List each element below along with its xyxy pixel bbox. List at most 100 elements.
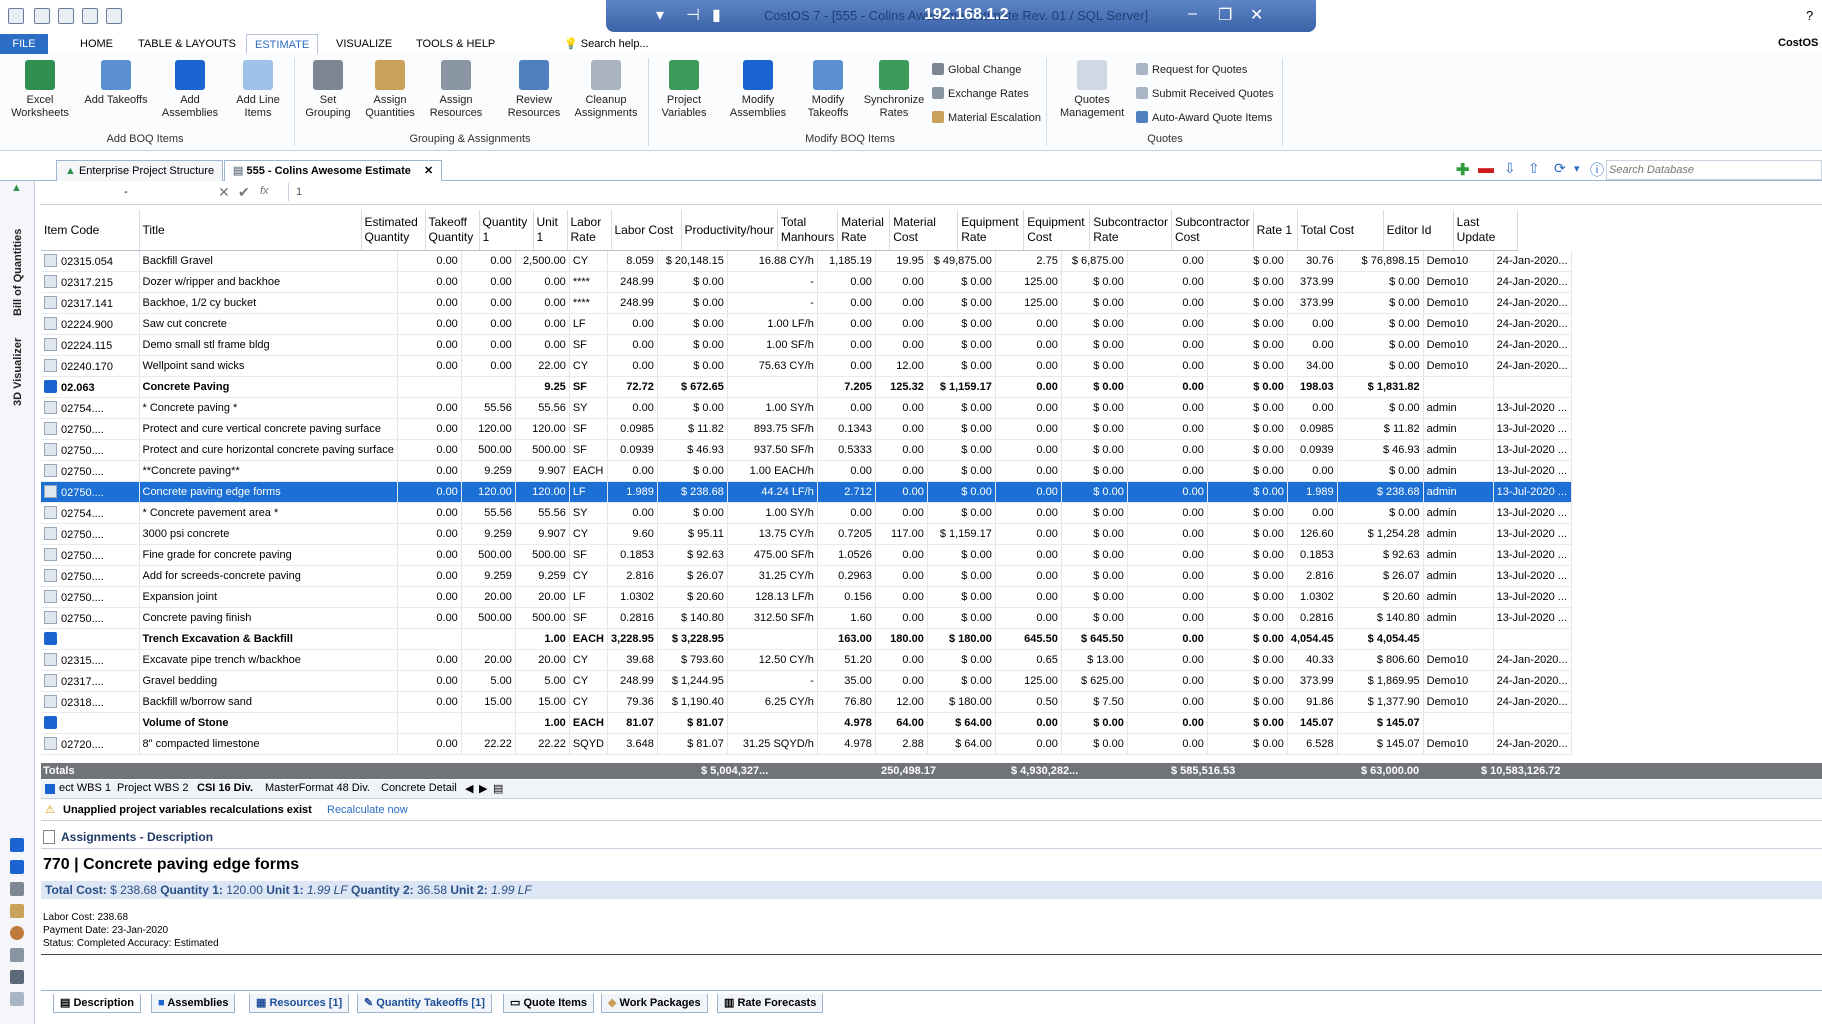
table-cell[interactable]: 30.76 [1287, 251, 1338, 272]
table-cell[interactable]: Demo10 [1423, 313, 1494, 335]
table-cell[interactable] [727, 712, 818, 734]
table-cell[interactable]: $ 92.63 [1337, 544, 1424, 566]
table-cell[interactable]: CY [569, 355, 609, 377]
table-cell[interactable]: LF [569, 586, 609, 608]
table-cell[interactable]: $ 0.00 [1207, 691, 1288, 713]
table-cell[interactable]: Gravel bedding [139, 670, 398, 692]
table-cell[interactable]: 0.00 [995, 481, 1062, 503]
table-cell[interactable]: 0.00 [1127, 397, 1208, 419]
column-header[interactable]: Quantity 1 [479, 210, 534, 251]
table-cell[interactable]: 13.75 CY/h [727, 523, 818, 545]
table-cell[interactable]: 9.25 [515, 376, 570, 398]
table-cell[interactable]: 373.99 [1287, 271, 1338, 293]
table-cell[interactable]: 0.00 [1127, 565, 1208, 587]
table-cell[interactable]: 0.00 [397, 418, 462, 440]
table-cell[interactable]: $ 0.00 [1207, 628, 1288, 650]
tab-description[interactable]: ▤ Description [53, 994, 141, 1013]
table-cell[interactable]: 2.816 [607, 565, 658, 587]
table-cell[interactable]: $ 238.68 [1337, 481, 1424, 503]
minimize-icon[interactable]: – [1188, 5, 1197, 23]
table-cell[interactable]: 02754.... [41, 397, 140, 419]
table-cell[interactable]: CY [569, 251, 609, 272]
table-cell[interactable]: $ 180.00 [927, 628, 996, 650]
table-cell[interactable]: 0.00 [607, 460, 658, 482]
table-cell[interactable]: 4.978 [817, 712, 876, 734]
table-cell[interactable]: 22.00 [515, 355, 570, 377]
table-cell[interactable]: 13-Jul-2020 ... [1493, 418, 1572, 440]
table-cell[interactable]: 120.00 [461, 418, 516, 440]
column-header[interactable]: Equipment Cost [1023, 210, 1091, 251]
table-cell[interactable] [1493, 376, 1572, 398]
table-cell[interactable]: 12.50 CY/h [727, 649, 818, 671]
table-cell[interactable]: $ 13.00 [1061, 649, 1128, 671]
table-cell[interactable]: 20.00 [515, 649, 570, 671]
table-cell[interactable]: $ 0.00 [1207, 733, 1288, 755]
table-cell[interactable]: Demo10 [1423, 355, 1494, 377]
table-cell[interactable]: Excavate pipe trench w/backhoe [139, 649, 398, 671]
table-cell[interactable]: $ 0.00 [1061, 586, 1128, 608]
table-cell[interactable]: $ 20.60 [657, 586, 728, 608]
table-cell[interactable]: 24-Jan-2020... [1493, 313, 1572, 335]
table-cell[interactable]: 02317.215 [41, 271, 140, 293]
table-row[interactable]: Volume of Stone 1.00 EACH 81.07 $ 81.07 4.978… [41, 712, 1572, 734]
table-cell[interactable]: 1.0302 [607, 586, 658, 608]
table-cell[interactable]: 248.99 [607, 292, 658, 314]
table-cell[interactable]: $ 1,190.40 [657, 691, 728, 713]
table-cell[interactable]: $ 0.00 [1061, 565, 1128, 587]
table-cell[interactable]: 120.00 [515, 481, 570, 503]
app-menu-icon[interactable] [8, 8, 24, 24]
tab-project-wbs-1[interactable]: ect WBS 1 [59, 782, 111, 794]
table-cell[interactable]: 24-Jan-2020... [1493, 251, 1572, 272]
table-cell[interactable]: * Concrete pavement area * [139, 502, 398, 524]
table-cell[interactable]: 1,185.19 [817, 251, 876, 272]
table-cell[interactable]: 0.00 [875, 334, 928, 356]
table-cell[interactable]: 0.00 [995, 334, 1062, 356]
table-cell[interactable]: 1.00 EACH/h [727, 460, 818, 482]
tab-table-layouts[interactable]: TABLE & LAYOUTS [130, 34, 244, 54]
table-cell[interactable]: $ 0.00 [1061, 355, 1128, 377]
table-cell[interactable]: 2,500.00 [515, 251, 570, 272]
table-cell[interactable]: 3.648 [607, 733, 658, 755]
table-cell[interactable]: 02224.115 [41, 334, 140, 356]
table-cell[interactable]: $ 0.00 [1337, 313, 1424, 335]
table-cell[interactable]: 02754.... [41, 502, 140, 524]
table-cell[interactable] [1423, 376, 1494, 398]
table-cell[interactable]: 120.00 [461, 481, 516, 503]
restore-icon[interactable]: ❐ [1218, 5, 1232, 25]
table-cell[interactable]: 0.00 [1127, 733, 1208, 755]
table-cell[interactable]: 0.00 [1127, 439, 1208, 461]
table-cell[interactable]: 24-Jan-2020... [1493, 649, 1572, 671]
table-cell[interactable]: 02750.... [41, 607, 140, 629]
table-cell[interactable]: 13-Jul-2020 ... [1493, 460, 1572, 482]
table-row[interactable]: 02750.... Fine grade for concrete paving 0… [41, 544, 1572, 566]
table-cell[interactable]: 4,054.45 [1287, 628, 1338, 650]
table-cell[interactable]: $ 0.00 [927, 271, 996, 293]
table-cell[interactable]: 0.00 [875, 607, 928, 629]
add-assemblies-button[interactable]: Add Assemblies [158, 60, 222, 120]
assembly-icon[interactable] [10, 860, 24, 874]
table-cell[interactable]: 0.00 [1127, 649, 1208, 671]
table-cell[interactable]: 0.00 [817, 502, 876, 524]
table-cell[interactable]: 0.00 [1287, 313, 1338, 335]
table-cell[interactable]: **Concrete paving** [139, 460, 398, 482]
review-resources-button[interactable]: Review Resources [502, 60, 566, 120]
column-header[interactable]: Material Rate [837, 210, 891, 251]
table-cell[interactable]: LF [569, 313, 609, 335]
table-cell[interactable]: 0.00 [875, 439, 928, 461]
column-header[interactable]: Subcontractor Rate [1089, 210, 1172, 251]
table-cell[interactable]: 13-Jul-2020 ... [1493, 523, 1572, 545]
table-cell[interactable]: $ 672.65 [657, 376, 728, 398]
table-cell[interactable]: $ 0.00 [1207, 376, 1288, 398]
table-cell[interactable]: 248.99 [607, 670, 658, 692]
table-cell[interactable]: 0.00 [515, 271, 570, 293]
column-header[interactable]: Equipment Rate [957, 210, 1025, 251]
table-cell[interactable]: $ 0.00 [657, 334, 728, 356]
table-cell[interactable]: 24-Jan-2020... [1493, 670, 1572, 692]
table-cell[interactable]: 24-Jan-2020... [1493, 292, 1572, 314]
table-cell[interactable]: $ 0.00 [927, 397, 996, 419]
table-cell[interactable]: 0.00 [397, 586, 462, 608]
table-cell[interactable]: $ 0.00 [1061, 439, 1128, 461]
table-cell[interactable]: Backhoe, 1/2 cy bucket [139, 292, 398, 314]
table-row[interactable]: 02315.054 Backfill Gravel 0.00 0.00 2,500.00… [41, 251, 1572, 272]
table-cell[interactable] [397, 376, 462, 398]
